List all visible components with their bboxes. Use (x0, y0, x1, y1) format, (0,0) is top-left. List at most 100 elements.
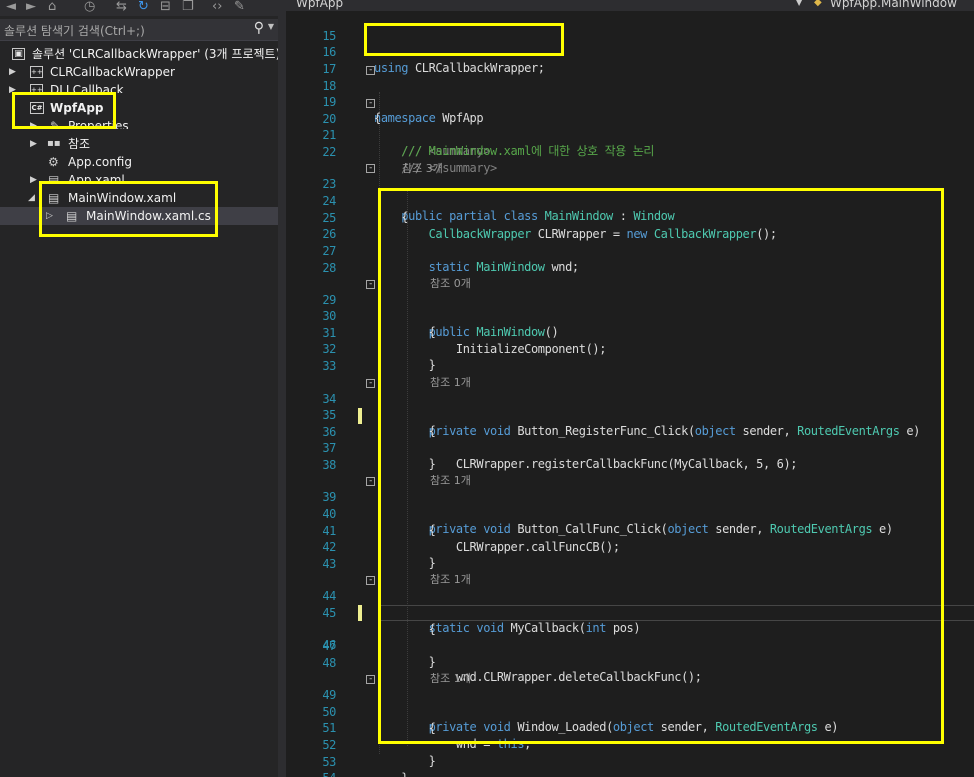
explorer-search[interactable]: 솔루션 탐색기 검색(Ctrl+;) ⚲ ▼ (0, 19, 278, 41)
wrench-icon: ✎ (50, 119, 61, 129)
code-line: 42 } (286, 523, 974, 570)
fold-toggle-icon[interactable]: - (366, 66, 375, 75)
collapse-all-icon[interactable]: ⊟ (160, 0, 171, 16)
tree-project-dllcallback[interactable]: ▶ ++ DLLCallback (0, 81, 278, 93)
code-line: 29 - public MainWindow() (286, 276, 974, 340)
editor-nav-bar: WpfApp ▼ ◆ WpfApp.MainWindow (286, 0, 974, 11)
code-editor[interactable]: WpfApp ▼ ◆ WpfApp.MainWindow 15 16 using… (286, 0, 974, 777)
code-line: 20 - /// <summary> (286, 95, 974, 159)
code-line: 18 - namespace WpfApp (286, 62, 974, 126)
code-line: 21 /// MainWindow.xaml에 대한 상호 작용 논리 (286, 111, 974, 158)
fold-toggle-icon[interactable]: - (366, 164, 375, 173)
collapse-arrow-icon[interactable]: ◢ (28, 189, 35, 207)
code-line: 17 (286, 45, 974, 76)
home-icon[interactable]: ⌂ (48, 0, 56, 16)
expand-arrow-icon[interactable]: ▶ (30, 135, 37, 153)
expand-arrow-icon[interactable]: ▶ (9, 81, 16, 93)
code-view-icon[interactable]: ‹› (212, 0, 222, 16)
codelens-line: 참조 1개 (286, 457, 974, 487)
code-line: 50 { (286, 688, 974, 735)
code-line: 19 { (286, 78, 974, 125)
tree-label: 참조 (68, 137, 91, 151)
code-line: 32 } (286, 325, 974, 372)
code-line: 36 CLRWrapper.registerCallbackFunc(MyCal… (286, 408, 974, 471)
expand-arrow-icon[interactable]: ▶ (9, 63, 16, 81)
search-input[interactable]: 솔루션 탐색기 검색(Ctrl+;) (4, 22, 145, 39)
solution-icon: ▣ (12, 48, 25, 60)
nav-class-dropdown[interactable]: WpfApp.MainWindow (830, 0, 957, 10)
code-line-current: 46 wnd.CLRWrapper.deleteCallbackFunc(); (286, 605, 974, 684)
code-line: 44 - static void MyCallback(int pos) (286, 572, 974, 636)
tree-item-app-config[interactable]: ⚙ App.config (0, 153, 278, 171)
search-icon[interactable]: ⚲ (254, 20, 264, 36)
code-line: 31 InitializeComponent(); (286, 309, 974, 356)
tree-label: App.xaml (68, 173, 125, 184)
history-icon[interactable]: ◷ (84, 0, 95, 16)
code-line: 35 { (286, 391, 974, 438)
xaml-file-icon: ▤ (48, 173, 60, 184)
code-line: 30 { (286, 292, 974, 339)
tree-item-references[interactable]: ▶ ▪▪ 참조 (0, 135, 278, 153)
panel-splitter[interactable] (278, 0, 286, 777)
forward-icon[interactable]: ► (26, 0, 36, 16)
code-line: 28 (286, 244, 974, 275)
codelens-line: 참조 1개 (286, 359, 974, 389)
tree-label: MainWindow.xaml (68, 191, 177, 205)
cpp-project-icon: ++ (30, 84, 43, 93)
csharp-project-icon: C# (30, 102, 44, 114)
code-line: 52 } (286, 721, 974, 768)
code-line: 43 (286, 540, 974, 571)
back-icon[interactable]: ◄ (6, 0, 16, 16)
explorer-toolbar: ◄ ► ⌂ ◷ ⇆ ↻ ⊟ ❐ ‹› ✎ (0, 0, 278, 16)
tree-project-clrcallbackwrapper[interactable]: ▶ ++ CLRCallbackWrapper (0, 63, 278, 81)
fold-toggle-icon[interactable]: - (366, 379, 375, 388)
fold-toggle-icon[interactable]: - (366, 675, 375, 684)
copy-icon[interactable]: ❐ (182, 0, 194, 16)
tree-item-mainwindow-xaml[interactable]: ◢ ▤ MainWindow.xaml (0, 189, 278, 207)
expand-arrow-icon[interactable]: ▶ (30, 171, 37, 184)
code-line: 40 { (286, 490, 974, 537)
code-line: 26 (286, 210, 974, 241)
codelens-line: 참조 1개 (286, 556, 974, 586)
code-line: 55 (286, 770, 974, 777)
code-line: 25 CallbackWrapper CLRWrapper = new Call… (286, 194, 974, 241)
config-file-icon: ⚙ (48, 155, 59, 169)
properties-wrench-icon[interactable]: ✎ (234, 0, 245, 16)
tree-solution[interactable]: ▣ 솔루션 'CLRCallbackWrapper' (3개 프로젝트) (0, 45, 280, 63)
code-line: 48 (286, 639, 974, 670)
tree-label: App.config (68, 155, 132, 169)
code-line: 51 wnd = this; (286, 704, 974, 751)
code-line: 15 (286, 12, 974, 43)
chevron-down-icon[interactable]: ▼ (268, 22, 274, 31)
expand-arrow-icon[interactable]: ▶ (30, 117, 37, 129)
fold-toggle-icon[interactable]: - (366, 576, 375, 585)
code-line: 39 - private void Button_CallFunc_Click(… (286, 473, 974, 537)
current-line-highlight (381, 605, 974, 621)
code-line: 33 (286, 342, 974, 373)
fold-toggle-icon[interactable]: - (366, 99, 375, 108)
sync-icon[interactable]: ⇆ (116, 0, 127, 16)
tree-project-wpfapp[interactable]: C# WpfApp (0, 99, 278, 117)
code-line: 47 } (286, 622, 974, 669)
expand-arrow-icon[interactable]: ▷ (46, 207, 53, 225)
refresh-icon[interactable]: ↻ (138, 0, 149, 16)
code-line: 41 CLRWrapper.callFuncCB(); (286, 507, 974, 554)
fold-toggle-icon[interactable]: - (366, 280, 375, 289)
fold-toggle-icon[interactable]: - (366, 477, 375, 486)
cpp-project-icon: ++ (30, 66, 43, 78)
tree-item-mainwindow-xaml-cs[interactable]: ▷ ▤ MainWindow.xaml.cs (0, 207, 278, 225)
code-line: 22 /// </summary> (286, 128, 974, 175)
code-line: 45 { (286, 589, 974, 636)
chevron-down-icon[interactable]: ▼ (796, 0, 802, 7)
class-icon: ◆ (814, 0, 822, 8)
references-icon: ▪▪ (47, 138, 61, 149)
tree-item-app-xaml[interactable]: ▶ ▤ App.xaml (0, 171, 278, 184)
nav-project-dropdown[interactable]: WpfApp (296, 0, 343, 10)
code-line: 49 - private void Window_Loaded(object s… (286, 671, 974, 735)
tree-label: Properties (68, 119, 129, 129)
code-line: 34 - private void Button_RegisterFunc_Cl… (286, 375, 974, 439)
code-line: 54 } (286, 754, 974, 777)
tree-label: WpfApp (50, 101, 104, 115)
code-line: 38 (286, 441, 974, 472)
tree-item-properties[interactable]: ▶ ✎ Properties (0, 117, 278, 129)
